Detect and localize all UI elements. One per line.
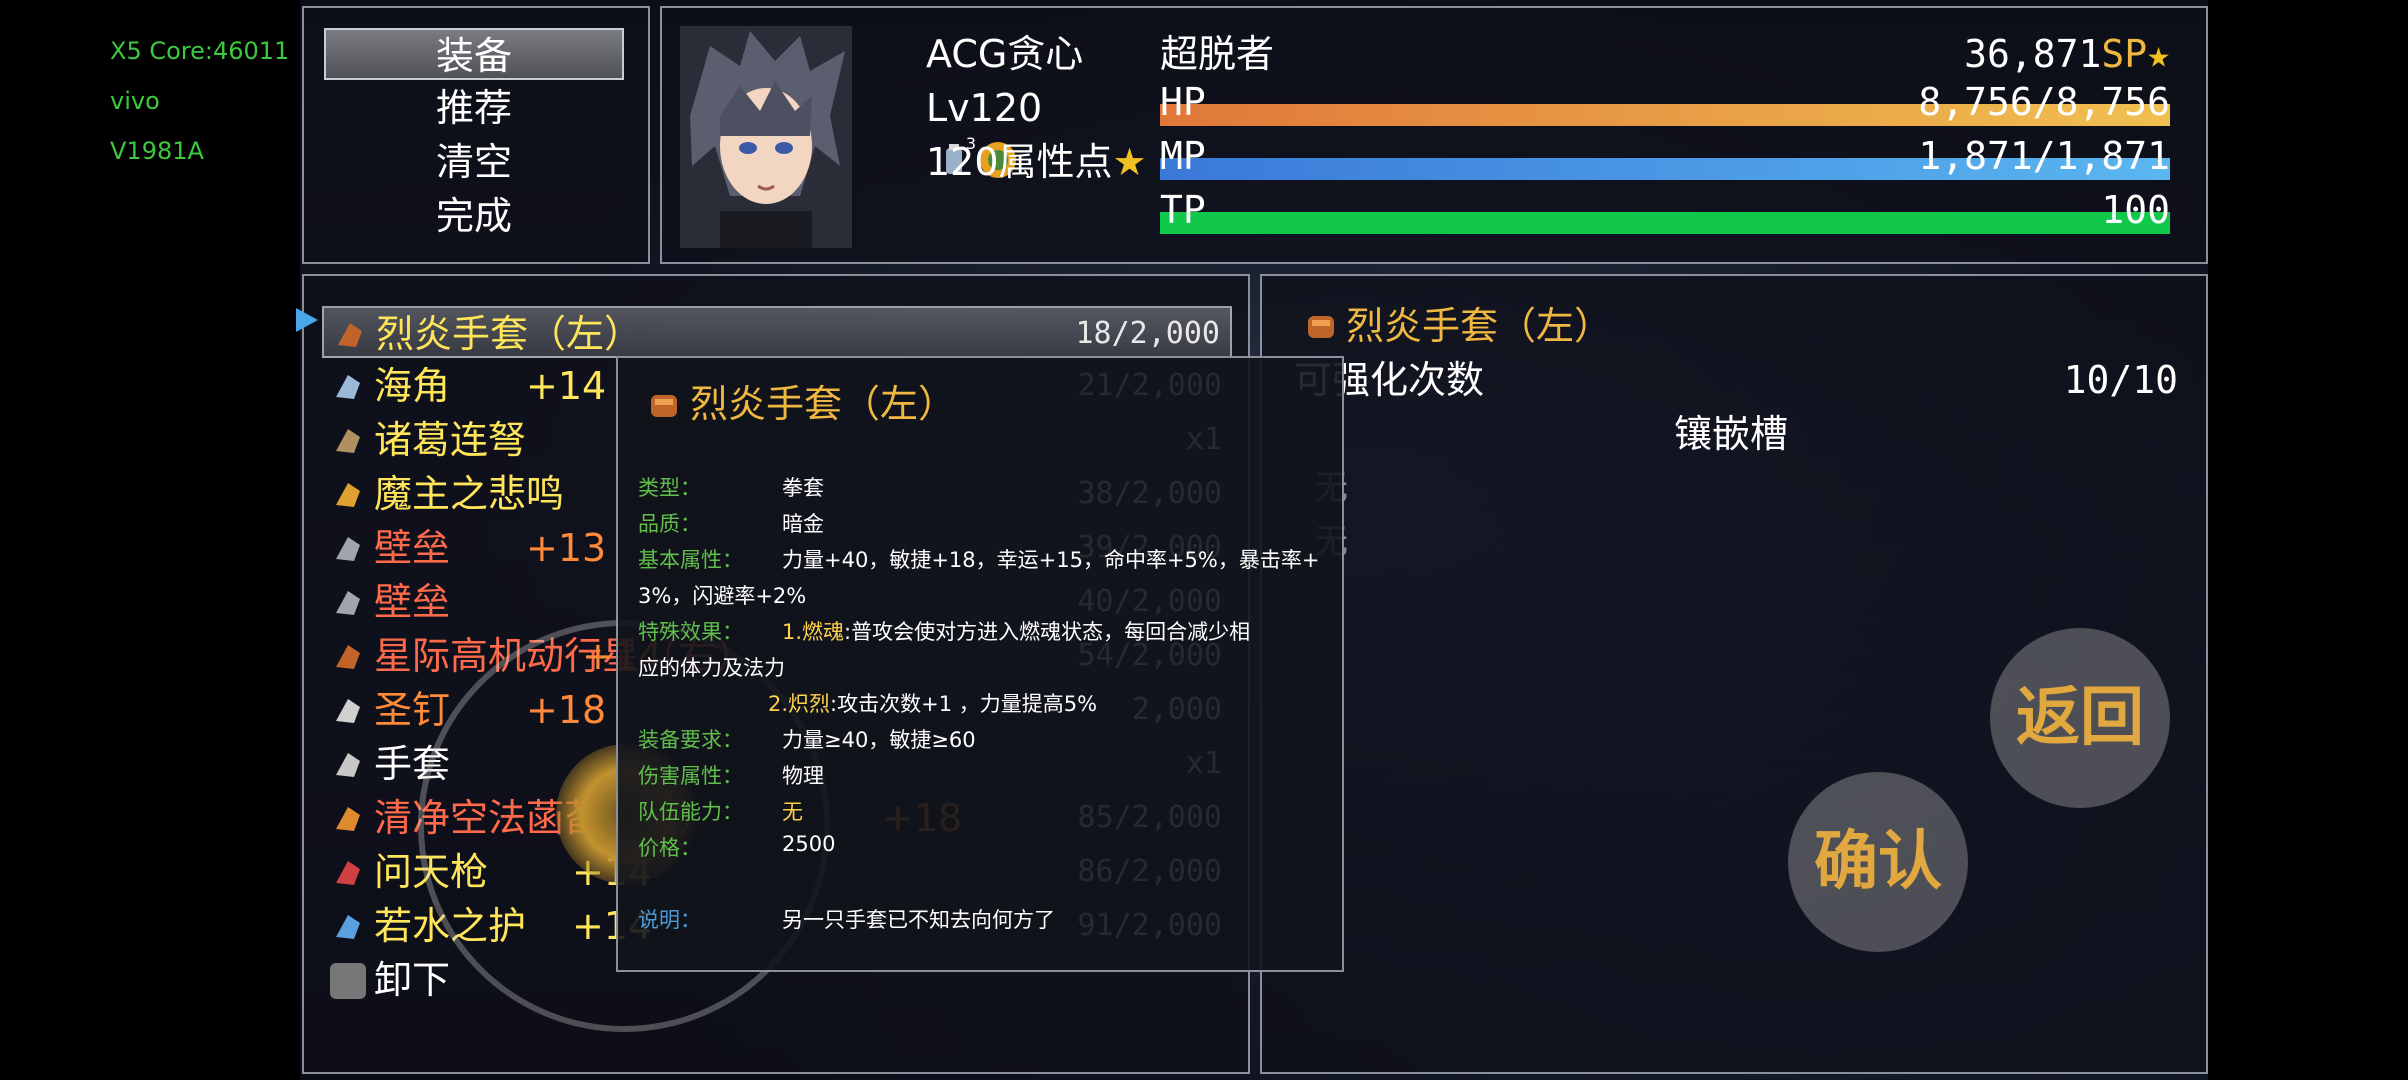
actor-status-window: ACG贪心 Lv120 3 120属性点★ 超脱者 36,871SP★ HP 8… bbox=[660, 6, 2208, 264]
mp-label: MP bbox=[1160, 134, 1206, 178]
tooltip-party-label: 队伍能力： bbox=[638, 800, 743, 824]
actor-class: 超脱者 bbox=[1160, 32, 1275, 76]
device-model-text: V1981A bbox=[110, 137, 204, 165]
tooltip-base-value-cont: 3%，闪避率+2% bbox=[638, 584, 807, 608]
item-name: 诸葛连弩 bbox=[374, 418, 527, 462]
tooltip-quality-value: 暗金 bbox=[782, 512, 824, 536]
command-equip[interactable]: 装备 bbox=[324, 28, 624, 80]
tooltip-title: 烈炎手套（左） bbox=[690, 382, 957, 426]
tooltip-desc-value: 另一只手套已不知去向何方了 bbox=[782, 908, 1055, 932]
shield-icon bbox=[330, 585, 366, 621]
device-brand-text: vivo bbox=[110, 87, 160, 115]
empty-slot-icon bbox=[330, 963, 366, 999]
wing-bracer-icon bbox=[330, 909, 366, 945]
staff-icon bbox=[330, 801, 366, 837]
socket-label: 镶嵌槽 bbox=[1674, 412, 1789, 456]
glove-icon bbox=[330, 747, 366, 783]
item-name: 烈炎手套（左） bbox=[376, 312, 643, 356]
tooltip-req-label: 装备要求： bbox=[638, 728, 743, 752]
fist-gauntlet-icon bbox=[332, 317, 368, 353]
command-clear[interactable]: 清空 bbox=[324, 136, 624, 188]
effect-2-key: 2.炽烈 bbox=[768, 692, 831, 716]
enhance-level: +13 bbox=[526, 526, 607, 570]
claw-icon bbox=[330, 477, 366, 513]
tooltip-type-label: 类型： bbox=[638, 476, 701, 500]
tooltip-desc-label: 说明： bbox=[638, 908, 701, 932]
sp-value: 36,871 bbox=[1964, 32, 2102, 76]
tooltip-req-value: 力量≥40，敏捷≥60 bbox=[782, 728, 976, 752]
confirm-button[interactable]: 确认 bbox=[1788, 772, 1968, 952]
tooltip-effect-1: 1.燃魂:普攻会使对方进入燃魂状态，每回合减少相 bbox=[782, 616, 1250, 646]
item-name: 魔主之悲鸣 bbox=[374, 472, 565, 516]
back-button[interactable]: 返回 bbox=[1990, 628, 2170, 808]
tooltip-base-label: 基本属性： bbox=[638, 548, 743, 572]
enhance-value: 10/10 bbox=[2063, 358, 2178, 402]
nail-icon bbox=[330, 693, 366, 729]
tooltip-quality-label: 品质： bbox=[638, 512, 701, 536]
enhance-level: +14 bbox=[526, 364, 607, 408]
system-overlay: X5 Core:46011 vivo V1981A bbox=[110, 26, 289, 176]
tooltip-damage-label: 伤害属性： bbox=[638, 764, 743, 788]
item-name: 卸下 bbox=[374, 958, 451, 1002]
selection-cursor-icon bbox=[296, 308, 318, 332]
sp-star-icon: ★ bbox=[2147, 32, 2170, 76]
detail-item-name: 烈炎手套（左） bbox=[1346, 304, 1613, 348]
tooltip-effect-1-cont: 应的体力及法力 bbox=[638, 656, 785, 680]
item-count: 18/2,000 bbox=[1075, 316, 1221, 351]
actor-name: ACG贪心 bbox=[926, 32, 1084, 76]
tooltip-type-value: 拳套 bbox=[782, 476, 824, 500]
core-version-text: X5 Core:46011 bbox=[110, 37, 290, 65]
tp-label: TP bbox=[1160, 188, 1206, 232]
equipment-row[interactable]: 烈炎手套（左） 18/2,000 bbox=[322, 306, 1232, 358]
item-tooltip: 烈炎手套（左） 类型： 拳套 品质： 暗金 基本属性： 力量+40，敏捷+18，… bbox=[616, 356, 1344, 972]
item-name: 壁垒 bbox=[374, 526, 451, 570]
fist-gauntlet-icon bbox=[1302, 308, 1340, 346]
actor-portrait bbox=[680, 26, 852, 248]
star-icon: ★ bbox=[1112, 140, 1147, 184]
spear-icon bbox=[330, 369, 366, 405]
tooltip-damage-value: 物理 bbox=[782, 764, 824, 788]
attribute-points: 120属性点★ bbox=[926, 136, 1147, 188]
tooltip-base-value: 力量+40，敏捷+18，幸运+15，命中率+5%，暴击率+ bbox=[782, 548, 1320, 572]
tooltip-effect-label: 特殊效果： bbox=[638, 620, 743, 644]
hp-label: HP bbox=[1160, 80, 1206, 124]
hp-value: 8,756/8,756 bbox=[1918, 80, 2170, 124]
lance-icon bbox=[330, 855, 366, 891]
shield-icon bbox=[330, 531, 366, 567]
item-name: 海角 bbox=[374, 364, 451, 408]
effect-1-key: 1.燃魂 bbox=[782, 620, 845, 644]
actor-level: Lv120 bbox=[926, 86, 1043, 130]
command-menu-window: 装备 推荐 清空 完成 bbox=[302, 6, 650, 264]
mp-value: 1,871/1,871 bbox=[1918, 134, 2170, 178]
tooltip-effect-2: 2.炽烈:攻击次数+1 ，力量提高5% bbox=[768, 688, 1097, 718]
crossbow-icon bbox=[330, 423, 366, 459]
tp-value: 100 bbox=[2101, 188, 2170, 232]
tp-bar-fill bbox=[1160, 212, 2170, 234]
command-finish[interactable]: 完成 bbox=[324, 190, 624, 242]
attribute-points-text: 120属性点 bbox=[926, 140, 1113, 184]
tooltip-price-label: 价格： bbox=[638, 836, 701, 860]
item-name: 圣钉 bbox=[374, 688, 451, 732]
tooltip-price-value: 2500 bbox=[782, 832, 836, 856]
sp-unit: SP bbox=[2101, 32, 2148, 76]
item-name: 壁垒 bbox=[374, 580, 451, 624]
effect-2-text: :攻击次数+1 ，力量提高5% bbox=[830, 692, 1098, 716]
tooltip-party-value: 无 bbox=[782, 800, 803, 824]
effect-1-text: :普攻会使对方进入燃魂状态，每回合减少相 bbox=[844, 620, 1251, 644]
fist-gauntlet-icon bbox=[646, 388, 682, 424]
tp-bar-track bbox=[1160, 212, 2170, 234]
fist-gauntlet-icon bbox=[330, 639, 366, 675]
sp-display: 36,871SP★ bbox=[1964, 28, 2170, 80]
command-recommend[interactable]: 推荐 bbox=[324, 82, 624, 134]
